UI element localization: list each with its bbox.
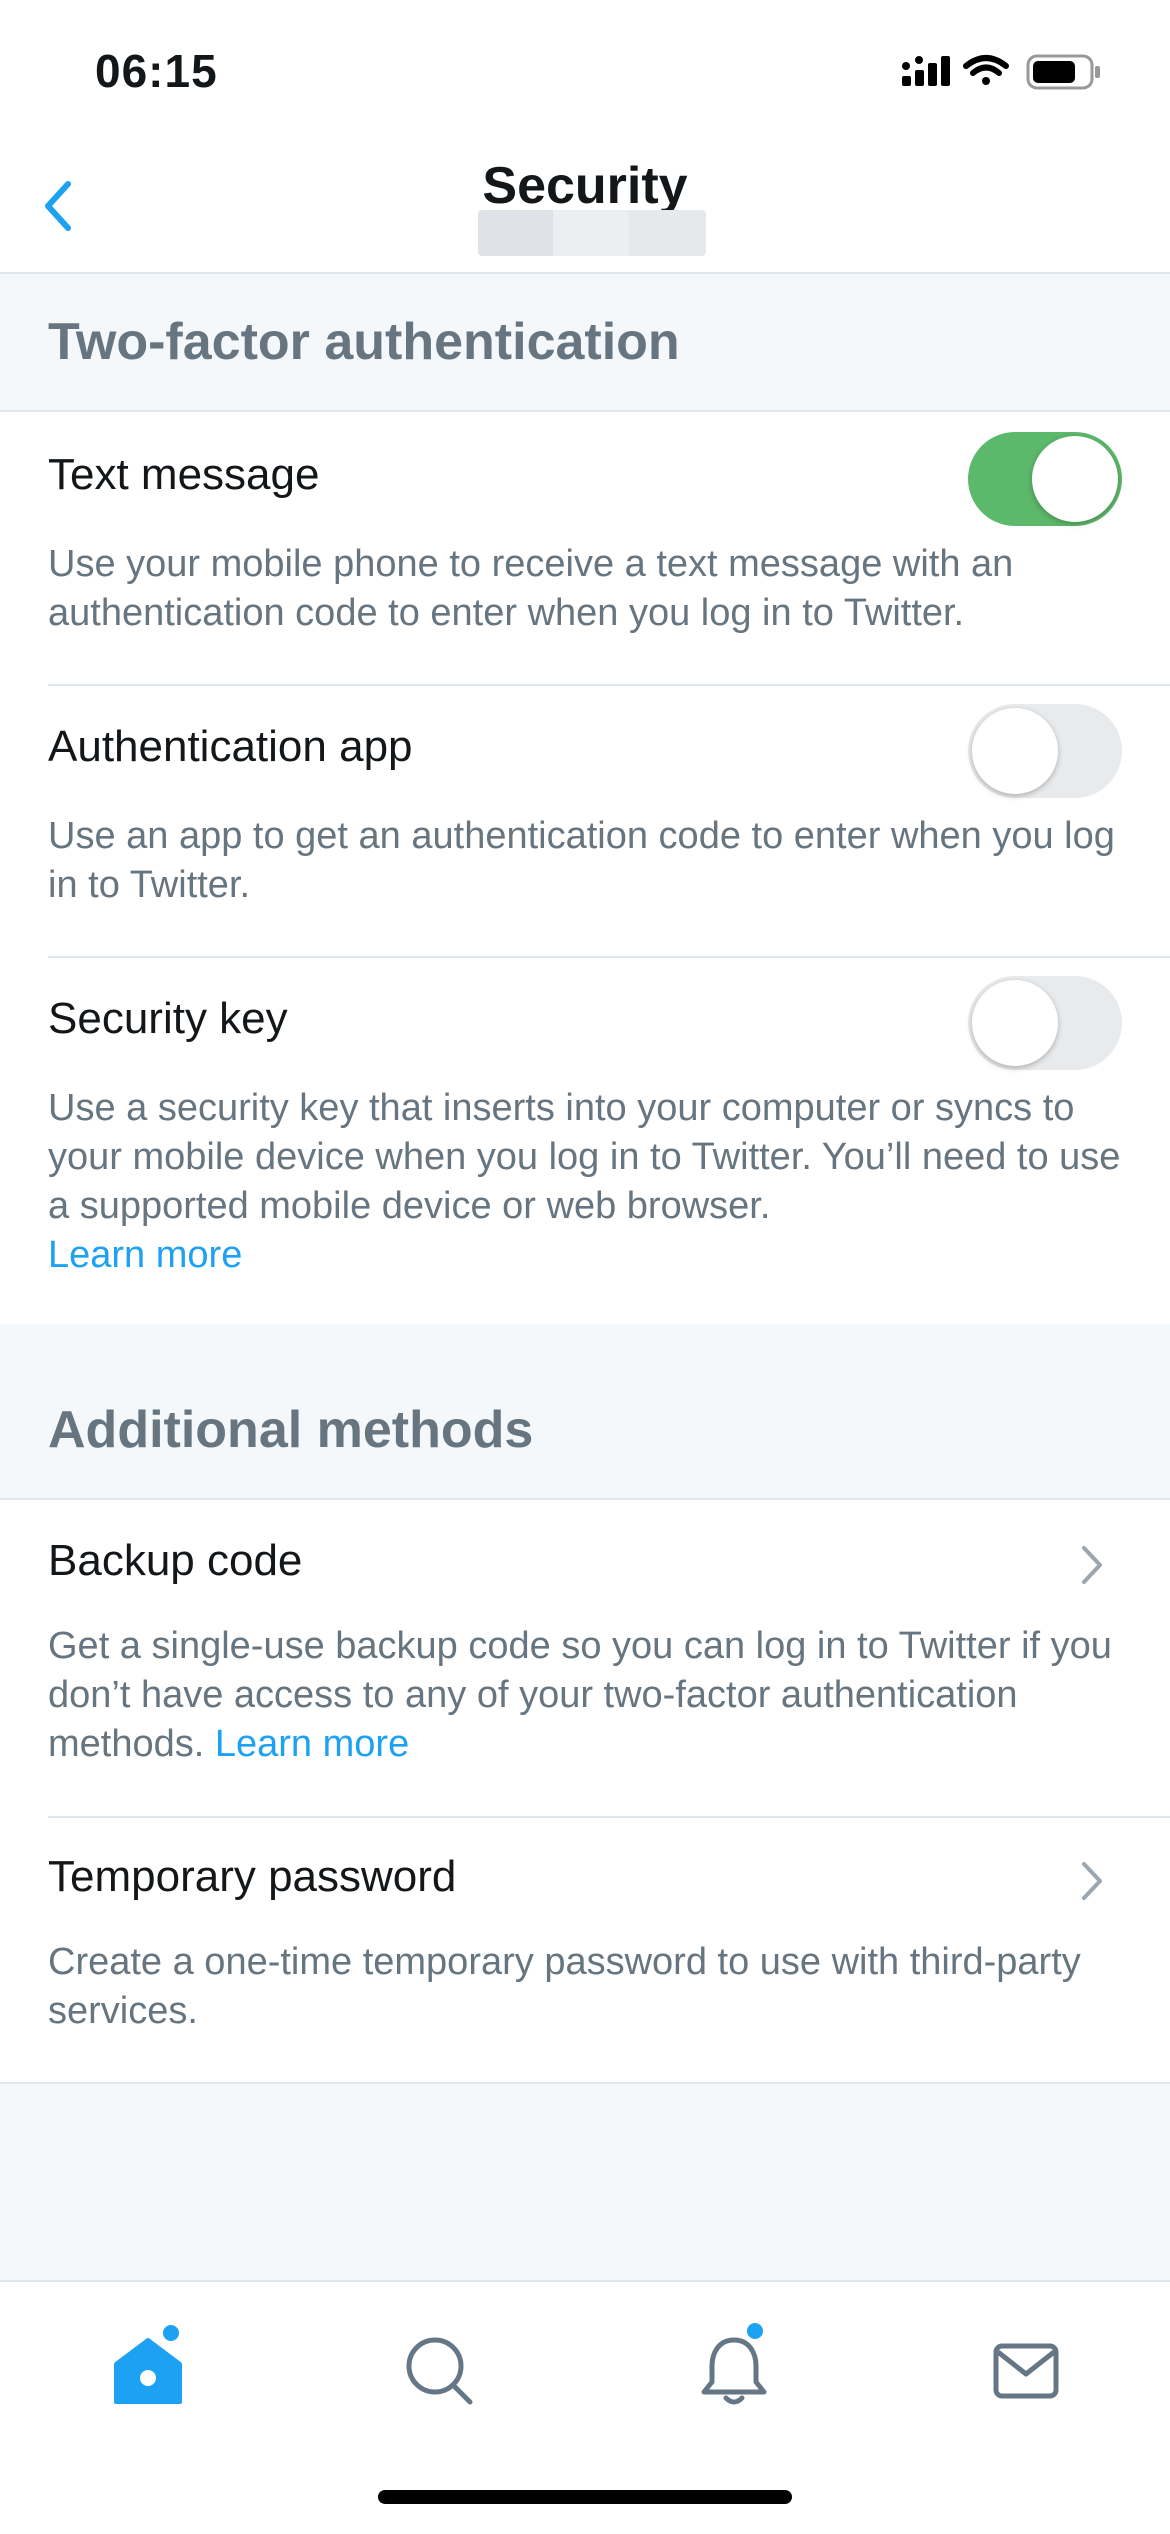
text-message-toggle[interactable] bbox=[968, 432, 1122, 526]
section-heading-two-factor: Two-factor authentication bbox=[0, 274, 1170, 410]
additional-methods-list: Backup code Get a single-use backup code… bbox=[0, 1498, 1170, 2084]
battery-icon bbox=[1026, 54, 1100, 90]
divider bbox=[48, 956, 1170, 958]
page-title: Security bbox=[482, 157, 688, 215]
section-heading-additional: Additional methods bbox=[0, 1324, 1170, 1498]
search-icon bbox=[406, 2337, 473, 2405]
item-description: Create a one-time temporary password to … bbox=[48, 1941, 1081, 2032]
item-description: Get a single-use backup code so you can … bbox=[48, 1622, 1122, 1769]
account-handle-redacted bbox=[478, 210, 706, 256]
wifi-icon bbox=[963, 55, 1009, 85]
home-badge-dot bbox=[160, 2322, 182, 2344]
toggle-knob bbox=[1032, 436, 1118, 522]
status-time: 06:15 bbox=[95, 45, 218, 97]
item-title: Text message bbox=[48, 450, 320, 499]
learn-more-link[interactable]: Learn more bbox=[215, 1723, 409, 1765]
divider bbox=[48, 1816, 1170, 1818]
item-title: Authentication app bbox=[48, 722, 413, 771]
toggle-knob bbox=[972, 708, 1058, 794]
two-factor-list: Text message Use your mobile phone to re… bbox=[0, 410, 1170, 1326]
status-bar: 06:15 bbox=[0, 0, 1170, 150]
item-description: Use a security key that inserts into you… bbox=[48, 1084, 1122, 1280]
section-heading-label: Additional methods bbox=[48, 1401, 534, 1459]
authentication-app-toggle[interactable] bbox=[968, 704, 1122, 798]
divider bbox=[48, 684, 1170, 686]
item-title: Temporary password bbox=[48, 1852, 457, 1901]
tab-search[interactable] bbox=[400, 2330, 480, 2410]
status-icons bbox=[902, 52, 1112, 101]
home-indicator[interactable] bbox=[378, 2490, 792, 2504]
cellular-icon bbox=[902, 56, 950, 86]
item-description: Use an app to get an authentication code… bbox=[48, 815, 1115, 906]
chevron-right-icon bbox=[1082, 1862, 1102, 1900]
toggle-knob bbox=[972, 980, 1058, 1066]
item-description: Use your mobile phone to receive a text … bbox=[48, 543, 1014, 634]
security-key-toggle[interactable] bbox=[968, 976, 1122, 1070]
tab-home[interactable] bbox=[108, 2322, 188, 2410]
notifications-badge-dot bbox=[744, 2320, 766, 2342]
notifications-bell-icon bbox=[701, 2337, 767, 2405]
item-description-text: Use a security key that inserts into you… bbox=[48, 1087, 1121, 1227]
navigation-bar: Security bbox=[0, 150, 1170, 274]
item-title: Security key bbox=[48, 994, 288, 1043]
tab-notifications[interactable] bbox=[694, 2320, 774, 2410]
messages-envelope-icon bbox=[993, 2343, 1059, 2399]
learn-more-link[interactable]: Learn more bbox=[48, 1234, 242, 1276]
tab-messages[interactable] bbox=[986, 2330, 1066, 2410]
chevron-right-icon bbox=[1082, 1546, 1102, 1584]
item-title: Backup code bbox=[48, 1536, 303, 1585]
section-heading-label: Two-factor authentication bbox=[48, 313, 680, 371]
item-description-text: Get a single-use backup code so you can … bbox=[48, 1625, 1112, 1765]
